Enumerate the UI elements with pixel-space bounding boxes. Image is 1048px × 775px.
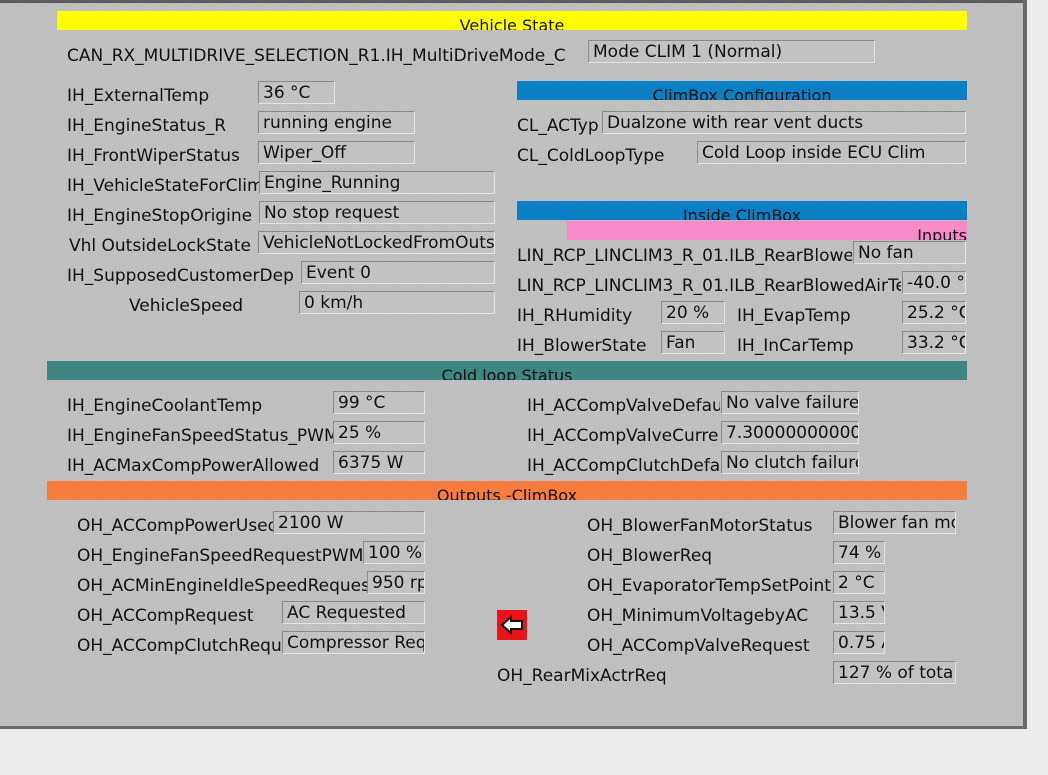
wiper-value: Wiper_Off [258,141,415,164]
min-voltage-label: OH_MinimumVoltagebyAC [587,606,809,626]
coldloop-type-label: CL_ColdLoopType [517,146,665,166]
back-arrow-icon [500,614,523,636]
actype-label: CL_ACTyp [517,116,599,136]
comp-power-used-value: 2100 W [273,511,425,534]
coolant-temp-label: IH_EngineCoolantTemp [67,396,263,416]
lock-label: Vhl OutsideLockState [69,236,251,256]
multidrive-value: Mode CLIM 1 (Normal) [588,40,875,63]
rear-mix-request-value: 127 % of total [833,661,956,684]
wiper-label: IH_FrontWiperStatus [67,146,240,166]
multidrive-label: CAN_RX_MULTIDRIVE_SELECTION_R1.IH_MultiD… [67,46,566,66]
section-header-inside-climbox: Inside ClimBox [517,201,967,220]
section-header-climbox-config: ClimBox Configuration [517,81,967,100]
vehicle-state-value: Engine_Running [259,171,495,194]
speed-value: 0 km/h [299,291,495,314]
ext-temp-value: 36 °C [258,81,335,104]
coolant-temp-value: 99 °C [333,391,425,414]
stop-origin-value: No stop request [259,201,495,224]
section-header-inputs: Inputs [567,221,967,240]
humidity-label: IH_RHumidity [517,306,633,326]
clutch-default-label: IH_ACCompClutchDefault [527,456,720,476]
valve-default-label: IH_ACCompValveDefault [527,396,720,416]
blower-req-label: OH_BlowerReq [587,546,713,566]
valve-request-value: 0.75 A [833,631,885,654]
idle-speed-request-value: 950 rpm [367,571,425,594]
comp-request-label: OH_ACCompRequest [77,606,254,626]
actype-value: Dualzone with rear vent ducts [602,111,966,134]
clutch-request-label: OH_ACCompClutchRequest [77,636,281,656]
comp-request-value: AC Requested [282,601,425,624]
fan-speed-request-value: 100 % [363,541,425,564]
max-comp-power-label: IH_ACMaxCompPowerAllowed [67,456,320,476]
valve-default-value: No valve failure [721,391,859,414]
humidity-value: 20 % [661,301,725,324]
blower-req-value: 74 % [833,541,885,564]
back-button[interactable] [497,610,527,640]
evap-temp-value: 25.2 °C [902,301,966,324]
evap-temp-label: IH_EvapTemp [737,306,851,326]
top-edge [0,0,1023,3]
evap-setpoint-label: OH_EvaporatorTempSetPoint [587,576,831,596]
valve-current-value: 7.30000000000 [721,421,859,444]
customer-dep-label: IH_SupposedCustomerDep [67,266,294,286]
comp-power-used-label: OH_ACCompPowerUsed [77,516,273,536]
blower-fan-status-value: Blower fan motor [833,511,956,534]
rear-blower-label: LIN_RCP_LINCLIM3_R_01.ILB_RearBlower [517,246,852,266]
stop-origin-label: IH_EngineStopOrigine [67,206,253,226]
rear-air-temp-value: -40.0 °C [902,271,966,294]
section-header-cold-loop: Cold loop Status [47,361,967,380]
clutch-default-value: No clutch failure [721,451,859,474]
max-comp-power-value: 6375 W [333,451,425,474]
engine-status-value: running engine [258,111,415,134]
rear-mix-request-label: OH_RearMixActrReq [497,666,667,686]
evap-setpoint-value: 2 °C [833,571,885,594]
fan-speed-status-label: IH_EngineFanSpeedStatus_PWM [67,426,333,446]
engine-status-label: IH_EngineStatus_R [67,116,227,136]
incar-temp-label: IH_InCarTemp [737,336,854,356]
customer-dep-value: Event 0 [301,261,495,284]
min-voltage-value: 13.5 V [833,601,885,624]
incar-temp-value: 33.2 °C [902,331,966,354]
idle-speed-request-label: OH_ACMinEngineIdleSpeedRequest [77,576,367,596]
climbox-panel: Vehicle State CAN_RX_MULTIDRIVE_SELECTIO… [0,0,1027,729]
section-header-vehicle-state: Vehicle State [57,11,967,30]
fan-speed-status-value: 25 % [333,421,425,444]
fan-speed-request-label: OH_EngineFanSpeedRequestPWM [77,546,363,566]
ext-temp-label: IH_ExternalTemp [67,86,210,106]
clutch-request-value: Compressor Requested [282,631,425,654]
blower-state-label: IH_BlowerState [517,336,647,356]
rear-blower-value: No fan [853,241,966,264]
coldloop-type-value: Cold Loop inside ECU Clim [697,141,966,164]
blower-state-value: Fan [661,331,725,354]
valve-request-label: OH_ACCompValveRequest [587,636,810,656]
speed-label: VehicleSpeed [129,296,244,316]
lock-value: VehicleNotLockedFromOutside [258,231,495,254]
valve-current-label: IH_ACCompValveCurrent [527,426,720,446]
rear-air-temp-label: LIN_RCP_LINCLIM3_R_01.ILB_RearBlowedAirT… [517,276,901,296]
blower-fan-status-label: OH_BlowerFanMotorStatus [587,516,813,536]
vehicle-state-label: IH_VehicleStateForClim [67,176,259,196]
section-header-outputs: Outputs -ClimBox [47,481,967,500]
